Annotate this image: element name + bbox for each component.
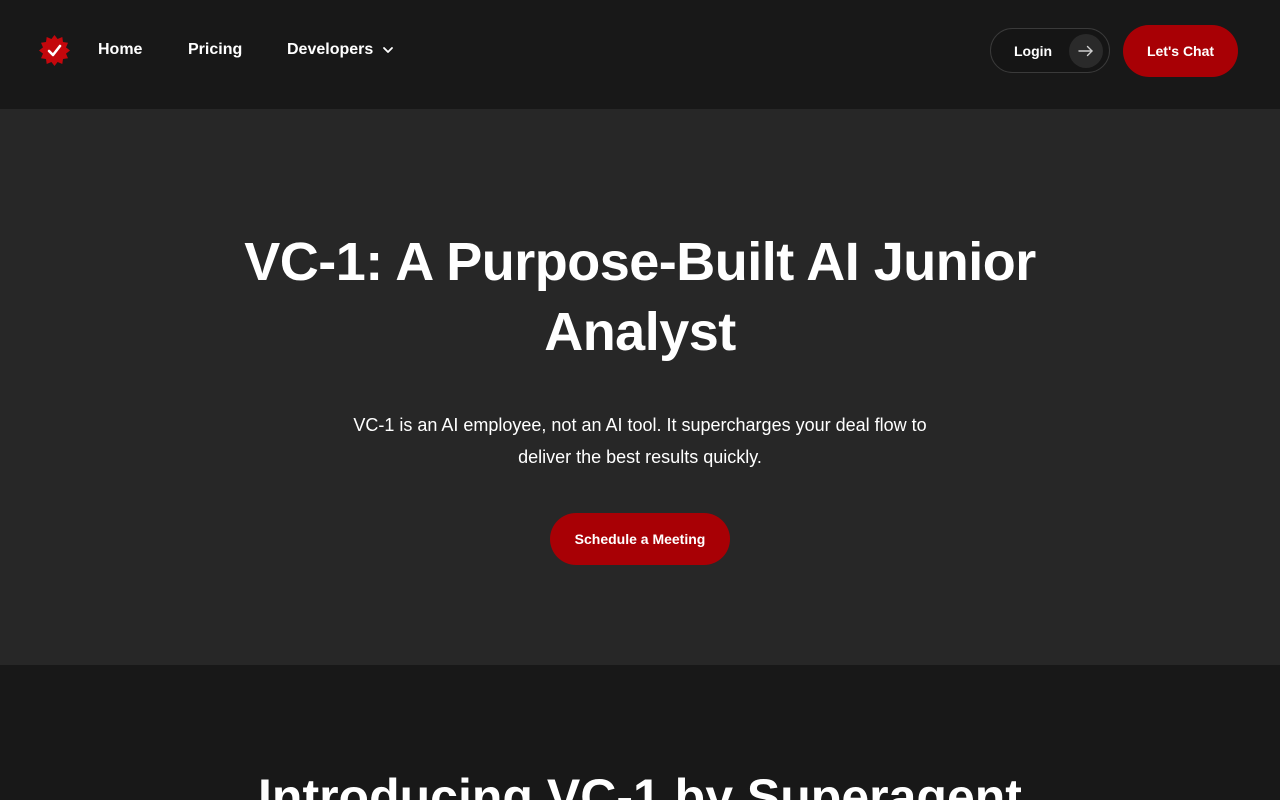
hero-title: VC-1: A Purpose-Built AI Junior Analyst (244, 232, 1036, 362)
intro-section: Introducing VC-1 by Superagent (0, 665, 1280, 800)
login-arrow-circle (1069, 34, 1103, 68)
nav-pricing-link[interactable]: Pricing (188, 38, 242, 62)
chevron-down-icon (383, 47, 394, 53)
login-button-label: Login (1014, 42, 1053, 59)
badge-check-icon (39, 35, 70, 66)
top-navbar: Home Pricing Developers Login Let's Chat (0, 0, 1280, 109)
intro-title: Introducing VC-1 by Superagent (258, 769, 1022, 800)
login-button[interactable]: Login (990, 28, 1110, 73)
schedule-meeting-button[interactable]: Schedule a Meeting (550, 513, 730, 565)
nav-developers-dropdown[interactable]: Developers (287, 38, 396, 62)
hero-section: VC-1: A Purpose-Built AI Junior Analyst … (0, 109, 1280, 665)
logo[interactable] (38, 34, 71, 67)
hero-subtitle: VC-1 is an AI employee, not an AI tool. … (353, 415, 927, 467)
arrow-right-icon (1078, 45, 1093, 57)
lets-chat-button[interactable]: Let's Chat (1123, 25, 1238, 77)
nav-developers-label: Developers (287, 41, 374, 58)
nav-home-link[interactable]: Home (98, 38, 142, 62)
